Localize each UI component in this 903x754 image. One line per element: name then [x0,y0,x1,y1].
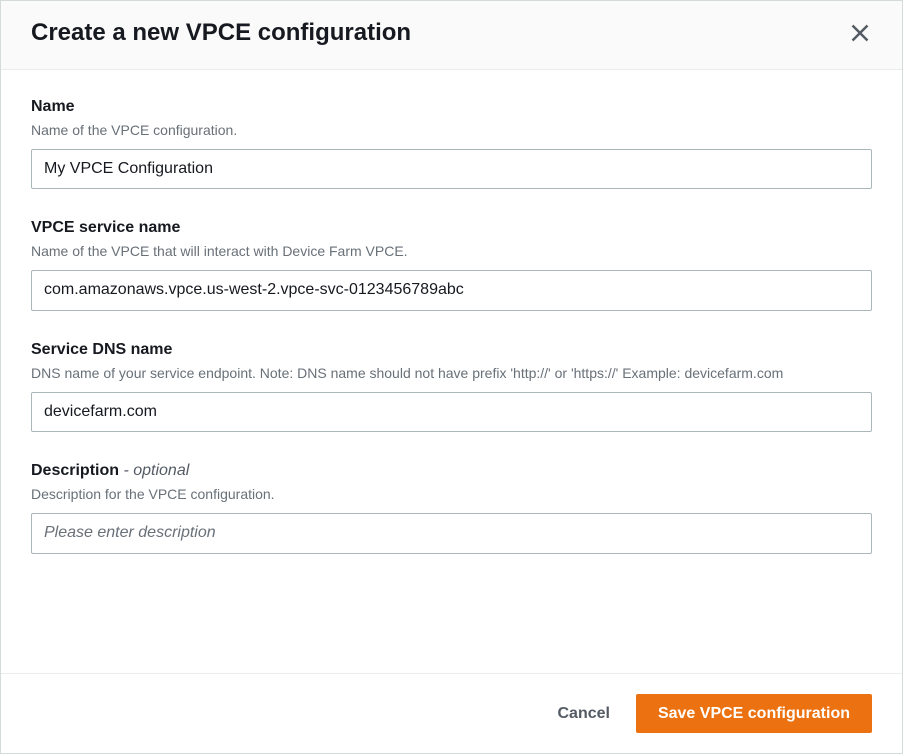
field-description: Description - optional Description for t… [31,462,872,553]
dns-name-input[interactable] [31,392,872,432]
description-label: Description - optional [31,462,872,480]
service-name-hint: Name of the VPCE that will interact with… [31,241,872,262]
modal-footer: Cancel Save VPCE configuration [1,673,902,753]
description-optional-suffix: - optional [119,462,189,479]
name-label: Name [31,98,872,116]
name-hint: Name of the VPCE configuration. [31,120,872,141]
description-input[interactable] [31,513,872,553]
close-icon[interactable] [848,21,872,45]
field-dns-name: Service DNS name DNS name of your servic… [31,341,872,432]
modal-body: Name Name of the VPCE configuration. VPC… [1,70,902,673]
dns-name-label: Service DNS name [31,341,872,359]
description-label-text: Description [31,462,119,479]
field-name: Name Name of the VPCE configuration. [31,98,872,189]
service-name-label: VPCE service name [31,219,872,237]
cancel-button[interactable]: Cancel [551,694,615,733]
field-service-name: VPCE service name Name of the VPCE that … [31,219,872,310]
modal-dialog: Create a new VPCE configuration Name Nam… [0,0,903,754]
modal-title: Create a new VPCE configuration [31,19,411,47]
modal-header: Create a new VPCE configuration [1,1,902,70]
dns-name-hint: DNS name of your service endpoint. Note:… [31,363,872,384]
name-input[interactable] [31,149,872,189]
service-name-input[interactable] [31,270,872,310]
save-button[interactable]: Save VPCE configuration [636,694,872,733]
description-hint: Description for the VPCE configuration. [31,484,872,505]
